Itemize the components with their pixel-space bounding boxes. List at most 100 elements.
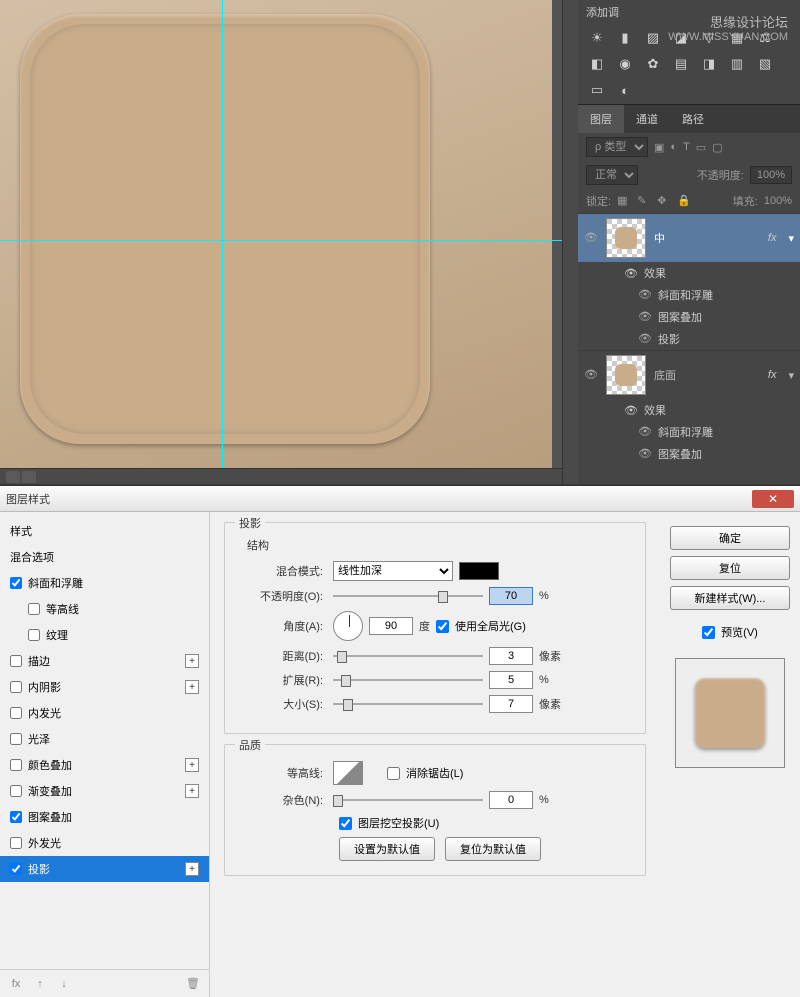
styles-header[interactable]: 样式 <box>0 518 209 544</box>
inner-glow-checkbox[interactable] <box>10 707 22 719</box>
visibility-icon[interactable]: 👁 <box>638 425 652 439</box>
canvas-scrollbar-vertical[interactable] <box>562 0 578 484</box>
lock-transparent-icon[interactable]: ▦ <box>617 194 631 208</box>
drop-shadow-checkbox[interactable] <box>10 863 22 875</box>
close-button[interactable]: ✕ <box>752 490 794 508</box>
color-overlay-checkbox[interactable] <box>10 759 22 771</box>
filter-shape-icon[interactable]: ▭ <box>696 141 706 154</box>
guide-vertical[interactable] <box>222 0 223 484</box>
layer-thumbnail[interactable] <box>606 355 646 395</box>
ok-button[interactable]: 确定 <box>670 526 790 550</box>
brightness-icon[interactable]: ☀ <box>588 30 606 46</box>
contour-checkbox[interactable] <box>28 603 40 615</box>
invert-icon[interactable]: ◨ <box>700 56 718 72</box>
style-gradient-overlay[interactable]: 渐变叠加+ <box>0 778 209 804</box>
chevron-down-icon[interactable]: ▾ <box>788 232 794 245</box>
add-icon[interactable]: + <box>185 758 199 772</box>
eye-icon[interactable]: 👁 <box>624 404 638 417</box>
spread-slider[interactable] <box>333 673 483 687</box>
dialog-titlebar[interactable]: 图层样式 ✕ <box>0 486 800 512</box>
layer-row[interactable]: 👁 中 fx ▾ <box>578 213 800 262</box>
style-inner-shadow[interactable]: 内阴影+ <box>0 674 209 700</box>
add-icon[interactable]: + <box>185 654 199 668</box>
style-texture[interactable]: 纹理 <box>0 622 209 648</box>
visibility-icon[interactable]: 👁 <box>638 332 652 346</box>
canvas-area[interactable] <box>0 0 578 484</box>
opacity-slider[interactable] <box>333 589 483 603</box>
filter-smart-icon[interactable]: ▢ <box>712 141 722 154</box>
visibility-icon[interactable]: 👁 <box>638 310 652 324</box>
tab-paths[interactable]: 路径 <box>670 105 716 133</box>
new-style-button[interactable]: 新建样式(W)... <box>670 586 790 610</box>
chevron-down-icon[interactable]: ▾ <box>788 369 794 382</box>
style-contour[interactable]: 等高线 <box>0 596 209 622</box>
eye-icon[interactable]: 👁 <box>624 267 638 280</box>
layer-thumbnail[interactable] <box>606 218 646 258</box>
global-light-checkbox[interactable] <box>436 620 449 633</box>
fx-badge[interactable]: fx <box>768 232 777 244</box>
distance-slider[interactable] <box>333 649 483 663</box>
visibility-icon[interactable]: 👁 <box>638 447 652 461</box>
shadow-color-swatch[interactable] <box>459 562 499 580</box>
gradient-overlay-checkbox[interactable] <box>10 785 22 797</box>
levels-icon[interactable]: ▮ <box>616 30 634 46</box>
pattern-overlay-checkbox[interactable] <box>10 811 22 823</box>
channel-mixer-icon[interactable]: ✿ <box>644 56 662 72</box>
outer-glow-checkbox[interactable] <box>10 837 22 849</box>
knockout-checkbox[interactable] <box>339 817 352 830</box>
style-stroke[interactable]: 描边+ <box>0 648 209 674</box>
spread-input[interactable] <box>489 671 533 689</box>
preview-checkbox[interactable] <box>702 626 715 639</box>
reset-default-button[interactable]: 复位为默认值 <box>445 837 541 861</box>
arrow-down-icon[interactable]: ↓ <box>56 978 72 990</box>
style-drop-shadow[interactable]: 投影+ <box>0 856 209 882</box>
photo-filter-icon[interactable]: ◉ <box>616 56 634 72</box>
effect-pattern[interactable]: 图案叠加 <box>658 446 702 462</box>
opacity-input[interactable] <box>489 587 533 605</box>
style-satin[interactable]: 光泽 <box>0 726 209 752</box>
bw-icon[interactable]: ◧ <box>588 56 606 72</box>
bevel-checkbox[interactable] <box>10 577 22 589</box>
style-inner-glow[interactable]: 内发光 <box>0 700 209 726</box>
noise-slider[interactable] <box>333 793 483 807</box>
fx-badge[interactable]: fx <box>768 369 777 381</box>
effect-pattern[interactable]: 图案叠加 <box>658 309 702 325</box>
size-slider[interactable] <box>333 697 483 711</box>
blend-options-row[interactable]: 混合选项 <box>0 544 209 570</box>
visibility-icon[interactable]: 👁 <box>584 231 598 245</box>
layer-row[interactable]: 👁 底面 fx ▾ <box>578 350 800 399</box>
visibility-icon[interactable]: 👁 <box>638 288 652 302</box>
satin-checkbox[interactable] <box>10 733 22 745</box>
trash-icon[interactable]: 🗑 <box>185 977 201 990</box>
opacity-value[interactable]: 100% <box>750 166 792 184</box>
scroll-btn[interactable] <box>6 471 20 483</box>
effect-shadow[interactable]: 投影 <box>658 331 680 347</box>
contour-preview[interactable] <box>333 761 363 785</box>
scroll-btn[interactable] <box>22 471 36 483</box>
distance-input[interactable] <box>489 647 533 665</box>
style-outer-glow[interactable]: 外发光 <box>0 830 209 856</box>
set-default-button[interactable]: 设置为默认值 <box>339 837 435 861</box>
effect-bevel[interactable]: 斜面和浮雕 <box>658 287 713 303</box>
add-icon[interactable]: + <box>185 680 199 694</box>
add-icon[interactable]: + <box>185 784 199 798</box>
angle-dial[interactable] <box>333 611 363 641</box>
style-pattern-overlay[interactable]: 图案叠加 <box>0 804 209 830</box>
filter-type-icon[interactable]: T <box>683 141 690 153</box>
noise-input[interactable] <box>489 791 533 809</box>
fx-menu-icon[interactable]: fx <box>8 978 24 990</box>
curves-icon[interactable]: ▨ <box>644 30 662 46</box>
gradient-map-icon[interactable]: ▭ <box>588 82 606 98</box>
stroke-checkbox[interactable] <box>10 655 22 667</box>
layer-name[interactable]: 中 <box>654 230 760 246</box>
texture-checkbox[interactable] <box>28 629 40 641</box>
effect-bevel[interactable]: 斜面和浮雕 <box>658 424 713 440</box>
lock-all-icon[interactable]: 🔒 <box>677 194 691 208</box>
guide-horizontal[interactable] <box>0 240 578 241</box>
add-icon[interactable]: + <box>185 862 199 876</box>
layer-filter-type[interactable]: ρ 类型 <box>586 137 648 157</box>
arrow-up-icon[interactable]: ↑ <box>32 978 48 990</box>
size-input[interactable] <box>489 695 533 713</box>
layer-name[interactable]: 底面 <box>654 367 760 383</box>
style-color-overlay[interactable]: 颜色叠加+ <box>0 752 209 778</box>
